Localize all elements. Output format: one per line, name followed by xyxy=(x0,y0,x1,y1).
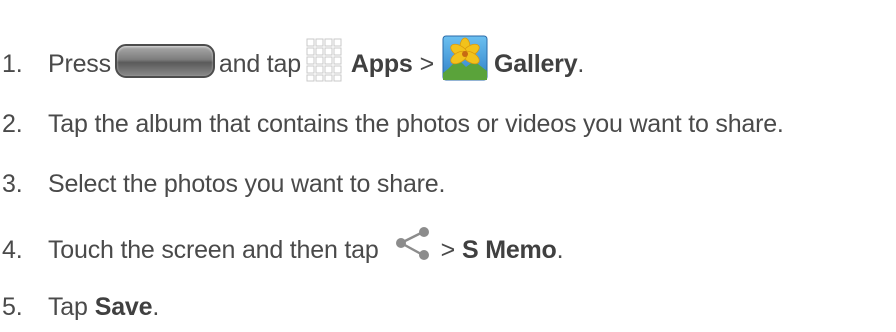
step-text: . xyxy=(577,49,585,78)
step-text: Press xyxy=(48,49,111,78)
step-text: Tap xyxy=(48,292,88,321)
step-2: 2. Tap the album that contains the photo… xyxy=(2,104,784,144)
step-4: 4. Touch the screen and then tap > S Mem… xyxy=(2,227,564,270)
step-text: Touch the screen and then tap xyxy=(48,235,379,264)
separator: > xyxy=(440,235,456,264)
step-number: 3. xyxy=(2,169,23,198)
home-key-icon xyxy=(114,44,215,78)
instruction-steps: 1. Press and tap Apps > Gallery . 2. Tap… xyxy=(0,0,896,332)
save-label: Save xyxy=(94,292,153,321)
step-text: and tap xyxy=(218,49,301,78)
gallery-icon xyxy=(442,35,488,81)
step-number: 1. xyxy=(2,49,23,78)
step-5: 5. Tap Save . xyxy=(2,287,159,327)
step-1: 1. Press and tap Apps > Gallery . xyxy=(2,35,585,84)
step-text: Select the photos you want to share. xyxy=(48,169,446,198)
s-memo-label: S Memo xyxy=(461,235,557,264)
step-text: . xyxy=(152,292,160,321)
step-number: 5. xyxy=(2,292,23,321)
gallery-label: Gallery xyxy=(494,49,578,78)
share-icon xyxy=(395,227,429,260)
separator: > xyxy=(419,49,435,78)
step-3: 3. Select the photos you want to share. xyxy=(2,164,445,204)
apps-grid-icon xyxy=(306,38,342,82)
apps-label: Apps xyxy=(350,49,413,78)
step-number: 2. xyxy=(2,109,23,138)
step-text: . xyxy=(556,235,564,264)
step-text: Tap the album that contains the photos o… xyxy=(48,109,784,138)
step-number: 4. xyxy=(2,235,23,264)
